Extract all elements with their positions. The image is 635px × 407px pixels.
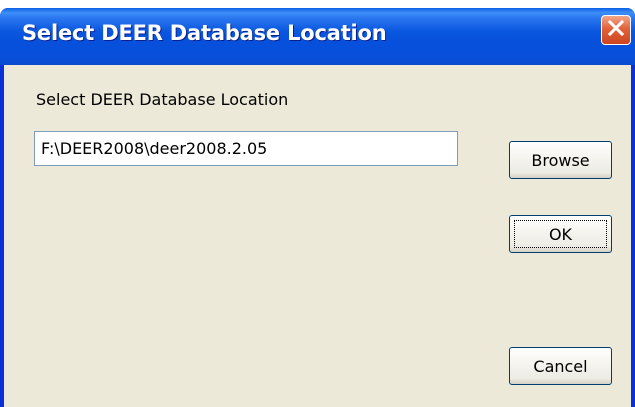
title-bar[interactable]: Select DEER Database Location [0,8,635,65]
dialog-window: Select DEER Database Location Select DEE… [0,8,635,407]
ok-button[interactable]: OK [509,215,612,253]
location-label: Select DEER Database Location [36,90,289,109]
browse-button[interactable]: Browse [509,141,612,179]
screen: Select DEER Database Location Select DEE… [0,0,635,407]
close-icon [606,18,626,42]
cancel-button-label: Cancel [533,356,588,376]
database-path-input[interactable]: F:\DEER2008\deer2008.2.05 [34,131,458,166]
window-title: Select DEER Database Location [22,21,387,45]
close-button[interactable] [601,15,631,45]
cancel-button[interactable]: Cancel [509,347,612,385]
ok-button-label: OK [548,224,573,244]
dialog-body: Select DEER Database Location F:\DEER200… [4,65,631,407]
browse-button-label: Browse [531,150,590,170]
